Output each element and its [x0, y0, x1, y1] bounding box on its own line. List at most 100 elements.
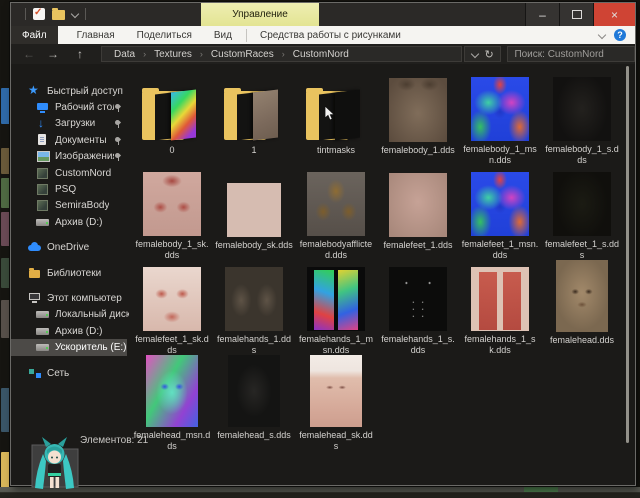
sidebar-section: Этот компьютерЛокальный диск (C Архив (D:…: [11, 290, 129, 356]
sidebar-item[interactable]: SemiraBody: [11, 198, 129, 214]
sidebar-item[interactable]: Этот компьютер: [11, 290, 129, 306]
file-menu-button[interactable]: Файл: [11, 26, 58, 44]
open-folder-icon: [140, 86, 204, 142]
thumbnail: [222, 70, 286, 142]
drive-icon: [36, 341, 50, 354]
sidebar-item[interactable]: Библиотеки: [11, 265, 129, 281]
file-item[interactable]: femalebody_1_s.dds: [541, 70, 623, 165]
file-item[interactable]: femalehands_1_sk.dds: [459, 260, 541, 355]
sidebar-item[interactable]: Быстрый доступ: [11, 83, 129, 99]
ribbon-tab[interactable]: Поделиться: [126, 30, 203, 41]
file-name: femalehands_1_s.dds: [379, 334, 457, 355]
sidebar-item[interactable]: PSQ: [11, 181, 129, 197]
sidebar-item[interactable]: Изображения: [11, 149, 129, 165]
minimize-button[interactable]: –: [525, 3, 559, 26]
address-dropdown-refresh: ↻: [464, 46, 501, 62]
file-item[interactable]: femalebody_sk.dds: [213, 165, 295, 260]
file-item[interactable]: femalefeet_1_sk.dds: [131, 260, 213, 355]
sidebar-item[interactable]: Сеть: [11, 365, 129, 381]
sidebar-item[interactable]: Загрузки: [11, 116, 129, 132]
file-name: femalehands_1_sk.dds: [461, 334, 539, 355]
vertical-scrollbar[interactable]: [626, 66, 629, 443]
contextual-group-tab[interactable]: Управление: [201, 3, 319, 26]
file-item[interactable]: femalebody_1.dds: [377, 70, 459, 165]
sidebar-item[interactable]: Рабочий стол: [11, 99, 129, 115]
file-item[interactable]: femalehead_s.dds: [213, 355, 295, 450]
file-item[interactable]: femalebody_1_sk.dds: [131, 165, 213, 260]
file-item[interactable]: femalehead_sk.dds: [295, 355, 377, 450]
sidebar-item-label: Архив (D:): [55, 326, 102, 337]
up-arrow-icon[interactable]: ↑: [77, 47, 83, 61]
sidebar-item-label: Ускоритель (E:): [55, 342, 127, 353]
ribbon-tab[interactable]: Главная: [66, 30, 126, 41]
file-item[interactable]: femalebodyafflicted.dds: [295, 165, 377, 260]
separator: [85, 8, 86, 20]
file-name: femalehead_s.dds: [217, 430, 291, 441]
file-item[interactable]: femalefeet_1_s.dds: [541, 165, 623, 260]
folder-preview-icon: [36, 167, 50, 180]
file-item[interactable]: femalefeet_1_msn.dds: [459, 165, 541, 260]
close-button[interactable]: ×: [593, 3, 635, 26]
file-thumbnail-image: [389, 78, 447, 142]
breadcrumb-item[interactable]: CustomNord: [285, 49, 357, 60]
ribbon-tab[interactable]: Вид: [203, 30, 243, 41]
back-arrow-icon[interactable]: ←: [23, 47, 35, 61]
sidebar-item-label: CustomNord: [55, 168, 111, 179]
chevron-down-icon[interactable]: [71, 10, 79, 18]
sidebar-item[interactable]: CustomNord: [11, 165, 129, 181]
checkbox-icon[interactable]: [33, 8, 45, 20]
folder-name: 1: [251, 145, 256, 156]
search-input[interactable]: [508, 49, 634, 60]
file-thumbnail-image: [471, 77, 529, 141]
file-item[interactable]: femalehands_1.dds: [213, 260, 295, 355]
file-thumbnail-image: [307, 267, 365, 331]
sidebar-item[interactable]: Архив (D:): [11, 323, 129, 339]
chevron-down-icon[interactable]: [598, 31, 606, 39]
folder-item[interactable]: 1: [213, 70, 295, 165]
file-item[interactable]: femalehands_1_s.dds: [377, 260, 459, 355]
file-thumbnail-image: [310, 355, 362, 427]
status-bar-items-count: Элементов: 21: [80, 435, 148, 446]
ribbon-right-controls: ?: [599, 29, 635, 41]
file-item[interactable]: femalebody_1_msn.dds: [459, 70, 541, 165]
background-desktop-icon: [1, 88, 10, 124]
pin-icon: [114, 119, 122, 128]
folder-preview-sheet: [253, 89, 278, 140]
sidebar-item[interactable]: OneDrive: [11, 240, 129, 256]
file-item[interactable]: femalehead.dds: [541, 260, 623, 355]
thumbnail: [310, 355, 362, 427]
breadcrumb-item[interactable]: Data: [106, 49, 143, 60]
chevron-down-icon[interactable]: [471, 50, 479, 58]
thumbnail: [307, 165, 365, 236]
maximize-button[interactable]: [559, 3, 593, 26]
folder-item[interactable]: tintmasks: [295, 70, 377, 165]
breadcrumb-item[interactable]: Textures: [146, 49, 200, 60]
breadcrumb-item[interactable]: CustomRaces: [203, 49, 282, 60]
folder-preview-sheet: [335, 89, 360, 140]
sidebar-item-label: Сеть: [47, 368, 69, 379]
file-item[interactable]: femalehands_1_msn.dds: [295, 260, 377, 355]
thumbnail: [228, 355, 280, 427]
sidebar-item[interactable]: Ускоритель (E:): [11, 339, 127, 355]
folder-icon[interactable]: [52, 10, 65, 20]
cloud-icon: [28, 241, 42, 254]
refresh-icon[interactable]: ↻: [485, 48, 494, 61]
forward-arrow-icon[interactable]: →: [47, 47, 59, 61]
mouse-cursor: [324, 106, 335, 126]
sidebar-item-label: Рабочий стол: [55, 102, 114, 113]
sidebar-item[interactable]: Архив (D:): [11, 214, 129, 230]
help-icon[interactable]: ?: [614, 29, 626, 41]
sidebar-section: OneDrive: [11, 240, 129, 256]
thumbnail: [471, 165, 529, 236]
sidebar-item-label: Библиотеки: [47, 268, 101, 279]
sidebar-item[interactable]: Документы: [11, 132, 129, 148]
sidebar-item[interactable]: Локальный диск (C: [11, 307, 129, 323]
contextual-ribbon-tab[interactable]: Средства работы с рисунками: [250, 30, 411, 41]
background-desktop-icon: [1, 178, 10, 208]
pin-icon: [114, 136, 122, 145]
file-item[interactable]: femalefeet_1.dds: [377, 165, 459, 260]
open-folder-icon: [304, 86, 368, 142]
folder-item[interactable]: 0: [131, 70, 213, 165]
downloads-icon: [36, 117, 50, 130]
anime-folder-desktop-icon[interactable]: [26, 433, 84, 493]
